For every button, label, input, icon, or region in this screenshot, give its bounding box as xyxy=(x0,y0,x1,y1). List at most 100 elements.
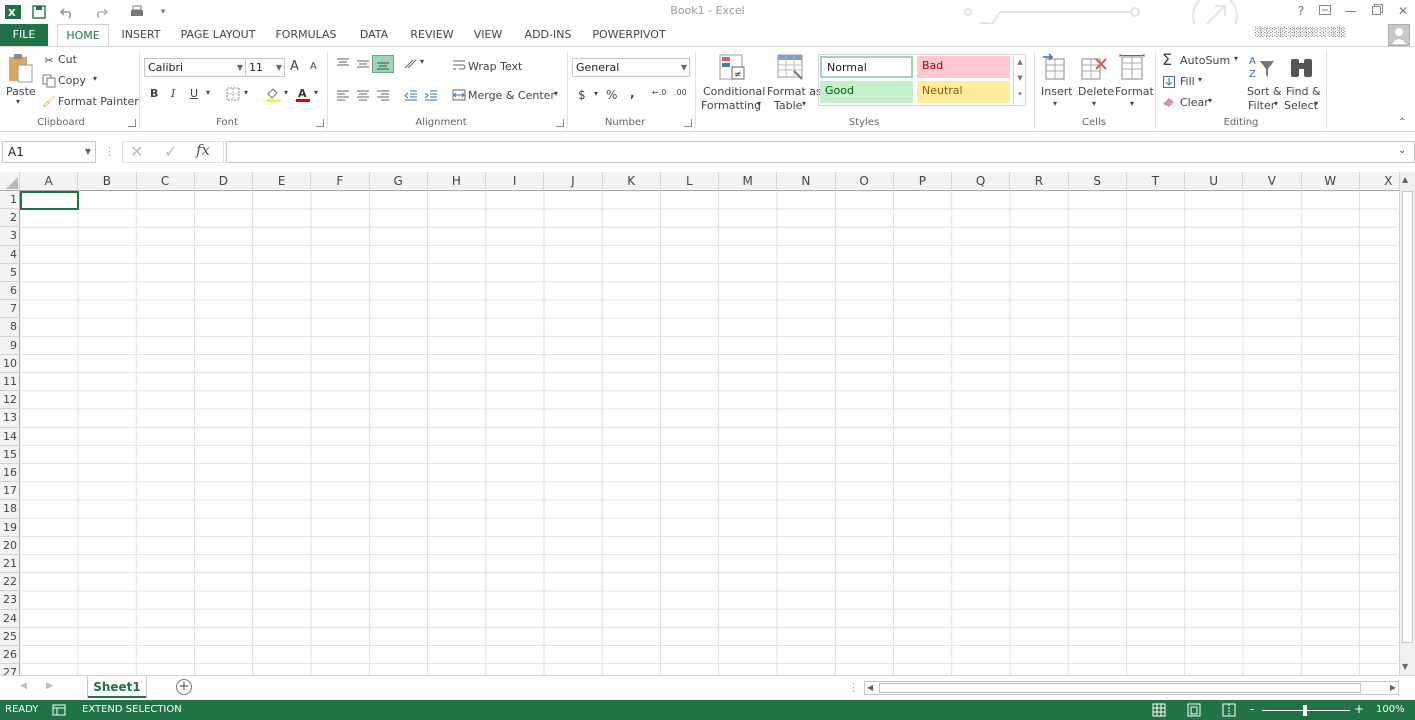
cancel-entry-icon[interactable]: ✕ xyxy=(130,142,143,161)
row-header[interactable]: 21 xyxy=(0,555,20,574)
borders-icon[interactable] xyxy=(224,85,242,103)
column-header[interactable]: F xyxy=(311,172,370,191)
styles-gallery-scroll[interactable]: ▲ ▼ ▾ xyxy=(1013,54,1026,106)
font-size-combo[interactable]: 11 ▼ xyxy=(245,58,285,77)
sort-filter-label-2[interactable]: Filter xyxy=(1248,99,1275,112)
binoculars-icon[interactable] xyxy=(1288,53,1316,83)
format-as-table-button[interactable]: Format as xyxy=(767,85,822,98)
fill-icon[interactable] xyxy=(1160,73,1178,91)
autosum-dropdown-icon[interactable]: ▾ xyxy=(1234,54,1238,63)
column-header[interactable]: J xyxy=(544,172,603,191)
decrease-decimal-button[interactable]: .00 xyxy=(674,88,687,97)
increase-font-size-button[interactable]: A xyxy=(290,59,299,74)
tab-page-layout[interactable]: PAGE LAYOUT xyxy=(178,24,258,46)
find-select-button[interactable]: Find & xyxy=(1286,85,1321,98)
merge-center-button[interactable]: Merge & Center xyxy=(468,89,555,102)
column-header[interactable]: W xyxy=(1302,172,1360,191)
chevron-down-icon[interactable]: ▼ xyxy=(85,142,91,162)
delete-cells-button[interactable]: Delete xyxy=(1078,85,1114,98)
format-as-table-icon[interactable] xyxy=(776,53,806,83)
font-name-combo[interactable]: Calibri ▼ xyxy=(144,58,246,77)
column-header[interactable]: S xyxy=(1069,172,1127,191)
fill-dropdown-icon[interactable]: ▾ xyxy=(1198,75,1202,84)
row-header[interactable]: 13 xyxy=(0,409,20,428)
number-format-combo[interactable]: General ▼ xyxy=(572,58,690,77)
close-icon[interactable]: ✕ xyxy=(1392,2,1414,20)
active-cell-a1[interactable] xyxy=(20,191,79,210)
row-header[interactable]: 8 xyxy=(0,318,20,337)
comma-button[interactable]: , xyxy=(630,86,635,100)
zoom-slider-thumb[interactable] xyxy=(1303,705,1307,716)
style-normal[interactable]: Normal xyxy=(820,56,913,78)
column-header[interactable]: D xyxy=(195,172,253,191)
page-layout-view-icon[interactable] xyxy=(1187,703,1201,720)
decrease-indent-icon[interactable] xyxy=(402,86,420,104)
underline-dropdown-icon[interactable]: ▾ xyxy=(206,88,210,97)
find-select-label-2[interactable]: Select xyxy=(1284,99,1318,112)
sort-filter-dropdown-icon[interactable]: ▾ xyxy=(1274,99,1278,108)
formula-input[interactable] xyxy=(226,141,1415,163)
currency-dropdown-icon[interactable]: ▾ xyxy=(594,89,598,98)
row-header[interactable]: 10 xyxy=(0,355,20,373)
align-left-icon[interactable] xyxy=(334,86,352,104)
scroll-sheets-right-icon[interactable]: ▶ xyxy=(46,681,53,691)
tab-powerpivot[interactable]: POWERPIVOT xyxy=(590,24,668,46)
align-center-icon[interactable] xyxy=(354,86,372,104)
insert-cells-button[interactable]: Insert xyxy=(1041,85,1073,98)
find-select-dropdown-icon[interactable]: ▾ xyxy=(1314,99,1318,108)
column-header[interactable]: G xyxy=(370,172,428,191)
zoom-level[interactable]: 100% xyxy=(1376,704,1405,715)
formula-bar-splitter-icon[interactable]: ⋮ xyxy=(104,145,115,158)
sort-filter-button[interactable]: Sort & xyxy=(1247,85,1282,98)
scroll-right-icon[interactable]: ▶ xyxy=(1390,683,1396,692)
copy-dropdown-icon[interactable]: ▾ xyxy=(93,74,97,83)
row-header[interactable]: 3 xyxy=(0,227,20,246)
style-bad[interactable]: Bad xyxy=(917,56,1010,78)
paste-button[interactable]: Paste xyxy=(6,85,36,98)
column-header[interactable]: E xyxy=(253,172,312,191)
column-header[interactable]: U xyxy=(1185,172,1244,191)
row-header[interactable]: 1 xyxy=(0,191,20,210)
horizontal-scrollbar[interactable]: ◀ ▶ xyxy=(864,681,1399,695)
scroll-left-icon[interactable]: ◀ xyxy=(867,683,873,692)
enter-entry-icon[interactable]: ✓ xyxy=(164,142,177,161)
tab-home[interactable]: HOME xyxy=(57,24,109,47)
italic-button[interactable]: I xyxy=(171,87,175,100)
avatar[interactable] xyxy=(1388,24,1410,46)
row-header[interactable]: 16 xyxy=(0,464,20,483)
orientation-dropdown-icon[interactable]: ▾ xyxy=(420,57,424,66)
format-as-table-dropdown-icon[interactable]: ▾ xyxy=(802,99,806,108)
format-cells-dropdown-icon[interactable]: ▾ xyxy=(1130,99,1134,108)
copy-button[interactable]: Copy xyxy=(58,74,86,87)
row-header[interactable]: 12 xyxy=(0,391,20,410)
row-header[interactable]: 6 xyxy=(0,282,20,301)
name-box[interactable]: A1 ▼ xyxy=(2,141,96,163)
eraser-icon[interactable] xyxy=(1160,93,1178,111)
insert-cells-icon[interactable] xyxy=(1042,53,1070,83)
wrap-text-icon[interactable] xyxy=(450,56,468,74)
font-dialog-launcher[interactable] xyxy=(316,119,324,127)
row-header[interactable]: 22 xyxy=(0,573,20,592)
cell-area[interactable] xyxy=(20,191,1398,675)
column-header[interactable]: M xyxy=(719,172,778,191)
row-header[interactable]: 9 xyxy=(0,337,20,355)
row-header[interactable]: 25 xyxy=(0,628,20,646)
paste-icon[interactable] xyxy=(6,53,34,85)
column-header[interactable]: R xyxy=(1010,172,1069,191)
orientation-icon[interactable] xyxy=(402,55,420,73)
autosum-button[interactable]: AutoSum xyxy=(1180,54,1230,67)
row-header[interactable]: 5 xyxy=(0,264,20,282)
account-name[interactable]: ░░░ ░░ ░░░░░ ░ ░░░ xyxy=(1255,28,1346,38)
wrap-text-button[interactable]: Wrap Text xyxy=(468,60,522,73)
number-dialog-launcher[interactable] xyxy=(684,119,692,127)
style-good[interactable]: Good xyxy=(820,81,913,103)
alignment-dialog-launcher[interactable] xyxy=(556,119,564,127)
tab-view[interactable]: VIEW xyxy=(470,24,506,46)
currency-button[interactable]: $ xyxy=(578,88,586,102)
column-header[interactable]: L xyxy=(661,172,719,191)
row-header[interactable]: 7 xyxy=(0,300,20,319)
format-cells-icon[interactable] xyxy=(1118,53,1146,83)
insert-function-button[interactable]: fx xyxy=(196,141,210,159)
row-header[interactable]: 26 xyxy=(0,646,20,665)
column-header[interactable]: O xyxy=(836,172,894,191)
